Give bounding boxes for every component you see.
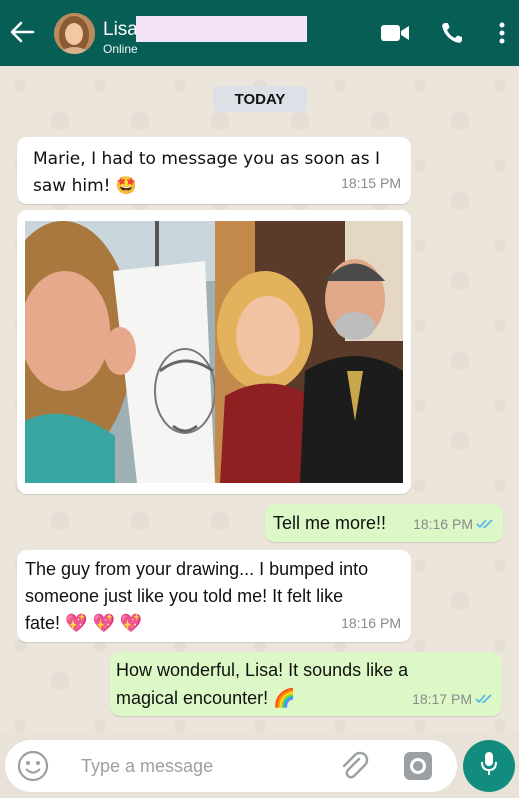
mic-button[interactable]: [463, 740, 515, 792]
photo-collage[interactable]: [25, 221, 403, 483]
message-text: fate! 💖 💖 💖: [25, 613, 143, 633]
incoming-message[interactable]: Marie, I had to message you as soon as I…: [17, 137, 411, 204]
redaction-box: [136, 16, 307, 42]
message-time: 18:16 PM: [341, 615, 401, 631]
avatar[interactable]: [54, 13, 95, 54]
camera-icon[interactable]: [402, 750, 434, 782]
date-chip: TODAY: [213, 86, 307, 112]
outgoing-message[interactable]: Tell me more!! 18:16 PM: [265, 504, 503, 542]
message-text: Marie, I had to message you as soon as I: [33, 149, 380, 169]
read-ticks-icon: [475, 686, 493, 713]
back-arrow-icon[interactable]: [6, 16, 38, 48]
contact-name[interactable]: Lisa: [103, 19, 138, 41]
video-call-icon[interactable]: [378, 18, 412, 48]
image-message[interactable]: [17, 210, 411, 494]
message-time: 18:16 PM: [413, 516, 473, 532]
chat-header: Lisa Online: [0, 0, 519, 66]
message-meta: 18:16 PM: [413, 511, 494, 538]
message-time: 18:15 PM: [341, 175, 401, 191]
more-vert-icon[interactable]: [494, 18, 510, 48]
emoji-icon[interactable]: [17, 750, 49, 782]
message-text: How wonderful, Lisa! It sounds like a: [116, 660, 409, 680]
attach-icon[interactable]: [339, 751, 369, 781]
message-text: saw him! 🤩: [33, 176, 138, 196]
message-text: magical encounter! 🌈: [116, 688, 296, 708]
message-meta: 18:17 PM: [412, 686, 493, 713]
message-input[interactable]: Type a message: [81, 756, 213, 777]
mic-icon: [479, 751, 499, 782]
message-text: The guy from your drawing... I bumped in…: [25, 559, 369, 579]
message-text: Tell me more!!: [273, 513, 387, 533]
phone-icon[interactable]: [437, 18, 467, 48]
outgoing-message[interactable]: How wonderful, Lisa! It sounds like a ma…: [110, 652, 502, 716]
message-composer[interactable]: Type a message: [5, 740, 457, 792]
message-text: someone just like you told me! It felt l…: [25, 586, 344, 606]
read-ticks-icon: [476, 511, 494, 538]
contact-status: Online: [103, 42, 138, 56]
message-time: 18:17 PM: [412, 691, 472, 707]
incoming-message[interactable]: The guy from your drawing... I bumped in…: [17, 550, 411, 642]
